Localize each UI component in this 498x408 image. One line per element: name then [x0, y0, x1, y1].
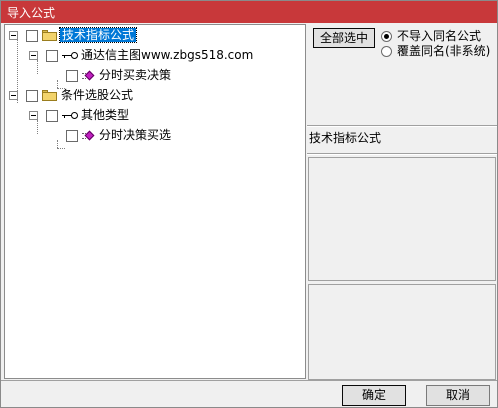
title-bar[interactable]: 导入公式 — [1, 1, 497, 23]
formula-detail-box — [308, 284, 496, 380]
select-all-button[interactable]: 全部选中 — [313, 28, 375, 48]
window-title: 导入公式 — [7, 6, 56, 20]
node-checkbox[interactable] — [46, 110, 58, 122]
formula-description-box — [308, 157, 496, 281]
key-icon — [62, 51, 78, 61]
node-label: 分时买卖决策 — [99, 68, 172, 82]
formula-icon — [82, 130, 95, 142]
separator — [307, 125, 497, 127]
tree-node-intraday-pick[interactable]: 分时决策买选 — [5, 127, 305, 145]
collapse-toggle[interactable] — [29, 111, 38, 120]
tree-node-stock-selection-formulas[interactable]: 条件选股公式 — [5, 87, 305, 105]
separator — [307, 153, 497, 155]
radio-overwrite-duplicates[interactable]: 覆盖同名(非系统) — [381, 44, 496, 59]
node-checkbox[interactable] — [66, 70, 78, 82]
node-label: 通达信主图www.zbgs518.com — [81, 48, 254, 62]
footer-divider — [1, 380, 497, 381]
node-label: 分时决策买选 — [99, 128, 172, 142]
tree-node-tdx-main-chart[interactable]: 通达信主图www.zbgs518.com — [5, 47, 305, 65]
radio-button[interactable] — [381, 46, 392, 57]
formula-icon — [82, 70, 95, 82]
collapse-toggle[interactable] — [9, 31, 18, 40]
radio-skip-duplicates[interactable]: 不导入同名公式 — [381, 29, 496, 44]
tree-node-indicator-formulas[interactable]: 技术指标公式 — [5, 27, 305, 45]
node-checkbox[interactable] — [26, 30, 38, 42]
import-formula-dialog: 导入公式 技术指标公式 通达信主图www.zbgs518.com 分时买卖决策 — [0, 0, 498, 408]
tree-node-other-types[interactable]: 其他类型 — [5, 107, 305, 125]
key-icon — [62, 111, 78, 121]
node-label: 条件选股公式 — [61, 88, 134, 102]
node-label: 技术指标公式 — [58, 27, 138, 43]
node-checkbox[interactable] — [66, 130, 78, 142]
formula-tree[interactable]: 技术指标公式 通达信主图www.zbgs518.com 分时买卖决策 条件选股公… — [4, 24, 306, 379]
folder-icon — [42, 90, 57, 101]
radio-label: 不导入同名公式 — [397, 29, 482, 43]
collapse-toggle[interactable] — [9, 91, 18, 100]
radio-button[interactable] — [381, 31, 392, 42]
radio-label: 覆盖同名(非系统) — [397, 44, 491, 58]
tree-node-intraday-decision[interactable]: 分时买卖决策 — [5, 67, 305, 85]
node-checkbox[interactable] — [26, 90, 38, 102]
node-checkbox[interactable] — [46, 50, 58, 62]
folder-icon — [42, 30, 57, 41]
cancel-button[interactable]: 取消 — [426, 385, 490, 406]
section-label: 技术指标公式 — [309, 131, 382, 145]
ok-button[interactable]: 确定 — [342, 385, 406, 406]
collapse-toggle[interactable] — [29, 51, 38, 60]
node-label: 其他类型 — [81, 108, 130, 122]
